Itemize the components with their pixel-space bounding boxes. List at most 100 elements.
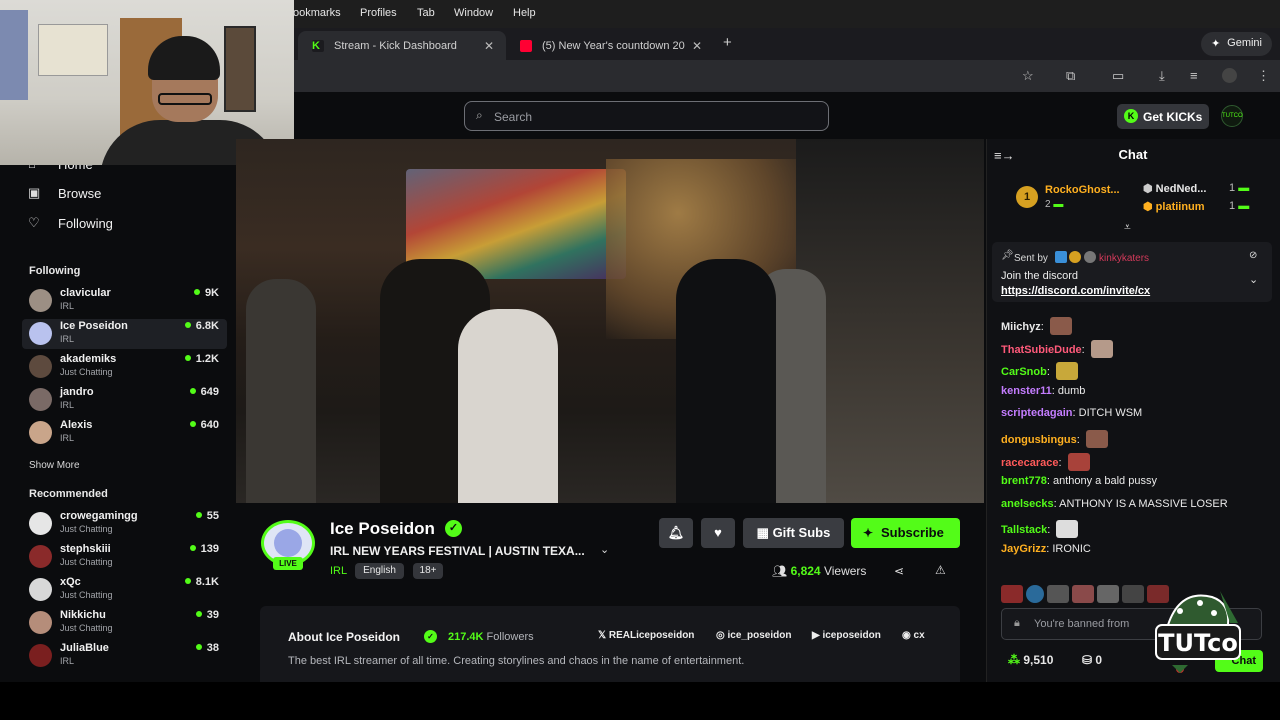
expand-leaderboard-icon[interactable]: ⩡ — [1124, 220, 1131, 235]
menu-window[interactable]: Window — [454, 7, 493, 19]
get-kicks-button[interactable]: K Get KICKs — [1117, 104, 1209, 129]
chat-message: racecarace: — [1001, 452, 1090, 471]
emote-icon[interactable] — [1001, 585, 1023, 603]
menu-profiles[interactable]: Profiles — [360, 7, 397, 19]
share-icon[interactable]: ⋖ — [894, 564, 904, 578]
emote-icon[interactable] — [1072, 585, 1094, 603]
sidebar-channel-xqc[interactable]: xQc Just Chatting 8.1K — [22, 575, 227, 605]
chevron-down-icon[interactable]: ⌄ — [1249, 273, 1258, 286]
chat-message: CarSnob: — [1001, 362, 1078, 381]
notifications-button[interactable]: 🔔︎ — [659, 518, 693, 548]
sent-by-label: Sent by — [1014, 253, 1048, 264]
tutco-watermark-text: TUTco — [1158, 629, 1238, 657]
sidebar-channel-jandro[interactable]: jandro IRL 649 — [22, 385, 227, 415]
tag-age[interactable]: 18+ — [413, 563, 443, 579]
social-instagram[interactable]: ◎ ice_poseidon — [716, 630, 791, 641]
hide-pinned-icon[interactable]: ⊘ — [1249, 250, 1257, 261]
chat-separator: : — [1046, 366, 1053, 379]
bookmark-star-icon[interactable]: ☆ — [1022, 68, 1034, 84]
chat-username[interactable]: kenster11 — [1001, 385, 1052, 397]
chat-username[interactable]: racecarace — [1001, 457, 1059, 469]
close-tab-icon[interactable]: ✕ — [484, 39, 494, 53]
live-badge: LIVE — [273, 557, 303, 570]
social-handle: REALiceposeidon — [608, 630, 695, 641]
emote-icon[interactable] — [1047, 585, 1069, 603]
social-x[interactable]: 𝕏 REALiceposeidon — [598, 630, 694, 641]
search-input[interactable]: ⌕ Search — [464, 101, 829, 131]
chat-username[interactable]: anelsecks — [1001, 498, 1054, 510]
viewers-icon: 👥︎ — [772, 564, 788, 578]
channel-name: clavicular — [60, 287, 111, 299]
gift-icon: ▦ — [756, 525, 773, 540]
sidebar-channel-clavicular[interactable]: clavicular IRL 9K — [22, 286, 227, 316]
tag-language[interactable]: English — [355, 563, 404, 579]
chat-separator: : — [1058, 456, 1065, 469]
chat-username[interactable]: ThatSubieDude — [1001, 344, 1082, 356]
streamer-name[interactable]: Ice Poseidon — [330, 519, 435, 539]
chat-username[interactable]: brent778 — [1001, 475, 1047, 487]
verified-badge-icon: ✓ — [445, 520, 462, 537]
chat-username[interactable]: JayGrizz — [1001, 543, 1046, 555]
sidebar-channel-crowegamingg[interactable]: crowegamingg Just Chatting 55 — [22, 509, 227, 539]
sidebar-channel-akademiks[interactable]: akademiks Just Chatting 1.2K — [22, 352, 227, 382]
report-icon[interactable]: ⚠ — [935, 563, 946, 577]
profile-avatar-icon[interactable] — [1222, 68, 1237, 83]
emote-icon[interactable] — [1097, 585, 1119, 603]
top-gifter-name[interactable]: RockoGhost... — [1045, 184, 1120, 196]
x-icon: 𝕏 — [598, 630, 609, 641]
chat-username[interactable]: dongusbingus — [1001, 434, 1077, 446]
search-placeholder: Search — [494, 110, 533, 124]
menu-bookmarks[interactable]: ookmarks — [293, 7, 341, 19]
subscribe-button[interactable]: ✦ Subscribe — [851, 518, 960, 548]
pinned-link[interactable]: https://discord.com/invite/cx — [1001, 285, 1150, 297]
gifter-name[interactable]: ⬢ platiinum — [1143, 200, 1205, 213]
show-more-link[interactable]: Show More — [29, 460, 80, 471]
chevron-down-icon[interactable]: ⌄ — [600, 543, 609, 556]
hex-badge-icon: ⬢ — [1143, 183, 1156, 195]
tab-title: Stream - Kick Dashboard — [334, 40, 457, 52]
new-tab-button[interactable]: + — [723, 34, 732, 51]
pinned-sender-name[interactable]: kinkykaters — [1099, 253, 1149, 264]
social-discord[interactable]: ◉ cx — [902, 630, 925, 641]
sidebar-channel-stephskiii[interactable]: stephskiii Just Chatting 139 — [22, 542, 227, 572]
chat-text: DITCH WSM — [1078, 407, 1143, 420]
sidebar-channel-alexis[interactable]: Alexis IRL 640 — [22, 418, 227, 448]
channel-category: Just Chatting — [60, 557, 113, 567]
channel-category: IRL — [60, 400, 75, 410]
menu-tab[interactable]: Tab — [417, 7, 435, 19]
follow-button[interactable]: ♥ — [701, 518, 735, 548]
channel-category: Just Chatting — [60, 623, 113, 633]
more-menu-icon[interactable]: ⋮ — [1257, 68, 1270, 84]
gift-subs-button[interactable]: ▦ Gift Subs — [743, 518, 844, 548]
media-controls-icon[interactable]: ≡ — [1190, 68, 1198, 83]
user-avatar[interactable]: TUTCO — [1221, 105, 1243, 127]
lock-icon: 🔒︎ — [1014, 617, 1020, 629]
chat-username[interactable]: scriptedagain — [1001, 407, 1073, 419]
close-tab-icon[interactable]: ✕ — [692, 39, 702, 53]
cast-icon[interactable]: ▭ — [1112, 68, 1124, 84]
emote-icon — [1056, 520, 1079, 539]
chat-username[interactable]: Tallstack — [1001, 524, 1047, 536]
chat-username[interactable]: CarSnob — [1001, 366, 1047, 378]
sidebar-channel-juliablue[interactable]: JuliaBlue IRL 38 — [22, 641, 227, 671]
download-icon[interactable]: ⤓ — [1159, 68, 1165, 84]
gifter-name[interactable]: ⬢ NedNed... — [1143, 182, 1206, 195]
tab-youtube[interactable]: (5) New Year's countdown 20 ✕ — [506, 31, 714, 60]
sidebar-channel-nikkichu[interactable]: Nikkichu Just Chatting 39 — [22, 608, 227, 638]
video-player[interactable] — [236, 139, 984, 503]
menu-help[interactable]: Help — [513, 7, 536, 19]
emote-icon[interactable] — [1122, 585, 1144, 603]
channel-category: IRL — [60, 334, 75, 344]
chat-separator: : — [1081, 343, 1088, 356]
chat-username[interactable]: Miichyz — [1001, 321, 1041, 333]
extensions-icon[interactable]: ⧉ — [1066, 68, 1075, 84]
gemini-button[interactable]: Gemini — [1201, 32, 1272, 56]
viewer-count: 55 — [196, 510, 219, 522]
tab-kick-dashboard[interactable]: K Stream - Kick Dashboard ✕ — [298, 31, 506, 60]
social-youtube[interactable]: ▶ iceposeidon — [812, 630, 881, 641]
category-link[interactable]: IRL — [330, 565, 347, 577]
gift-balance[interactable]: ⛁ 0 — [1082, 653, 1102, 667]
sidebar-channel-ice-poseidon[interactable]: Ice Poseidon IRL 6.8K — [22, 319, 227, 349]
emote-icon[interactable] — [1026, 585, 1044, 603]
kicks-balance[interactable]: ⁂ 9,510 — [1008, 653, 1053, 667]
